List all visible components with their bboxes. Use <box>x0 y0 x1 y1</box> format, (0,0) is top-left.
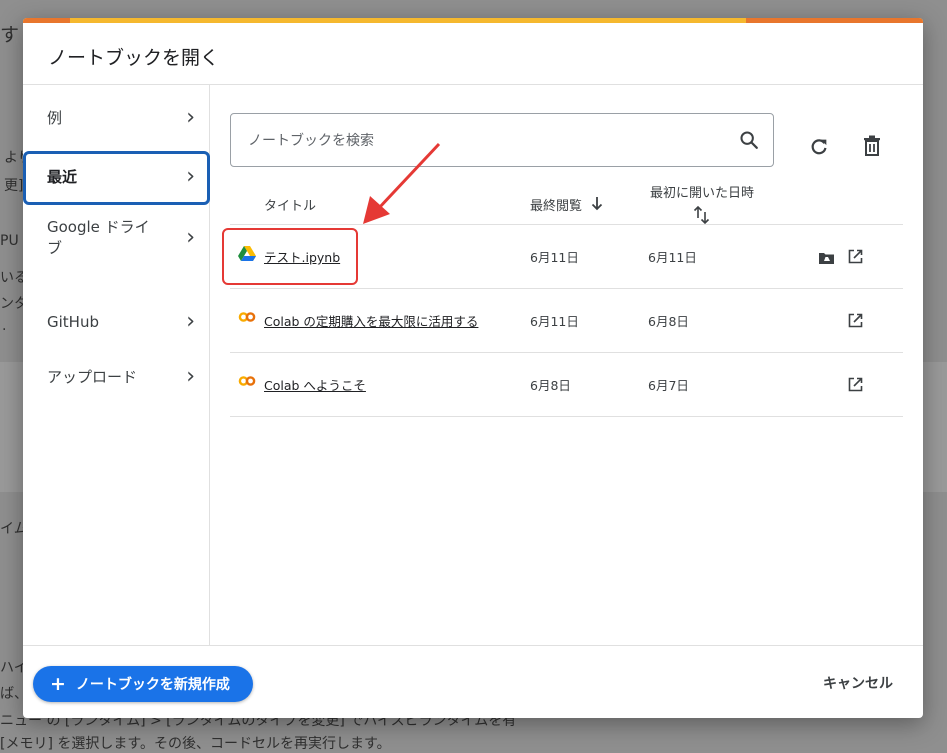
background-text: 更] <box>4 178 24 194</box>
search-icon[interactable] <box>736 126 762 154</box>
annotation-highlight-box <box>222 228 358 285</box>
refresh-icon[interactable] <box>805 133 833 161</box>
sidebar-item-label: 例 <box>47 109 63 127</box>
open-in-new-tab-icon[interactable] <box>846 375 864 393</box>
new-notebook-button[interactable]: + ノートブックを新規作成 <box>33 666 253 702</box>
chevron-right-icon: › <box>186 164 195 189</box>
open-in-new-tab-icon[interactable] <box>846 311 864 329</box>
table-row[interactable]: Colab へようこそ 6月8日 6月7日 <box>230 353 903 417</box>
last-viewed-date: 6月11日 <box>530 314 579 329</box>
footer-divider <box>23 645 923 646</box>
sort-toggle-icon[interactable] <box>692 205 712 225</box>
sidebar-item-label: Google ドライブ <box>47 218 150 257</box>
first-opened-date: 6月11日 <box>648 250 697 265</box>
sidebar-item-github[interactable]: GitHub › <box>23 309 209 337</box>
search-box <box>230 113 774 167</box>
table-divider <box>230 416 903 417</box>
sort-down-icon[interactable] <box>590 194 604 212</box>
colab-icon <box>238 376 256 386</box>
chevron-right-icon: › <box>186 364 195 389</box>
notebook-title-link[interactable]: Colab の定期購入を最大限に活用する <box>264 311 478 330</box>
column-header-first-opened[interactable]: 最初に開いた日時 <box>650 182 754 201</box>
sidebar-item-google-drive[interactable]: Google ドライブ › <box>23 215 209 265</box>
last-viewed-date: 6月11日 <box>530 250 579 265</box>
trash-icon[interactable] <box>858 132 886 160</box>
progress-bar <box>23 18 923 23</box>
open-notebook-dialog: ノートブックを開く 例 › 最近 › Google ドライブ › GitHub … <box>23 18 923 718</box>
background-text: . <box>2 318 7 334</box>
sidebar-item-label: 最近 <box>47 168 78 186</box>
sidebar-item-upload[interactable]: アップロード › <box>23 364 209 392</box>
sidebar-item-recent[interactable]: 最近 › <box>23 151 210 205</box>
annotation-arrow <box>363 142 441 224</box>
chevron-right-icon: › <box>186 225 195 250</box>
background-text: PU <box>0 233 19 249</box>
table-row[interactable]: Colab の定期購入を最大限に活用する 6月11日 6月8日 <box>230 289 903 353</box>
search-input[interactable] <box>246 128 720 154</box>
open-in-new-tab-icon[interactable] <box>846 247 864 265</box>
drive-folder-icon[interactable] <box>818 249 834 265</box>
sidebar-item-label: GitHub <box>47 313 99 331</box>
column-header-last-viewed[interactable]: 最終閲覧 <box>530 195 582 214</box>
background-text: [メモリ] を選択します。その後、コードセルを再実行します。 <box>0 736 391 752</box>
sidebar-item-examples[interactable]: 例 › <box>23 105 209 133</box>
cancel-button[interactable]: キャンセル <box>823 673 893 693</box>
last-viewed-date: 6月8日 <box>530 378 571 393</box>
new-notebook-label: ノートブックを新規作成 <box>75 677 230 693</box>
first-opened-date: 6月7日 <box>648 378 689 393</box>
chevron-right-icon: › <box>186 105 195 130</box>
notebook-title-link[interactable]: Colab へようこそ <box>264 375 366 394</box>
plus-icon: + <box>50 673 66 695</box>
colab-icon <box>238 312 256 322</box>
dialog-title: ノートブックを開く <box>48 47 220 69</box>
column-header-title[interactable]: タイトル <box>264 195 316 214</box>
sidebar-item-label: アップロード <box>47 368 138 386</box>
progress-bar-segment <box>23 18 70 23</box>
sidebar: 例 › 最近 › Google ドライブ › GitHub › アップロード › <box>23 85 210 645</box>
chevron-right-icon: › <box>186 309 195 334</box>
progress-bar-segment <box>746 18 923 23</box>
first-opened-date: 6月8日 <box>648 314 689 329</box>
background-text: す <box>0 24 20 46</box>
